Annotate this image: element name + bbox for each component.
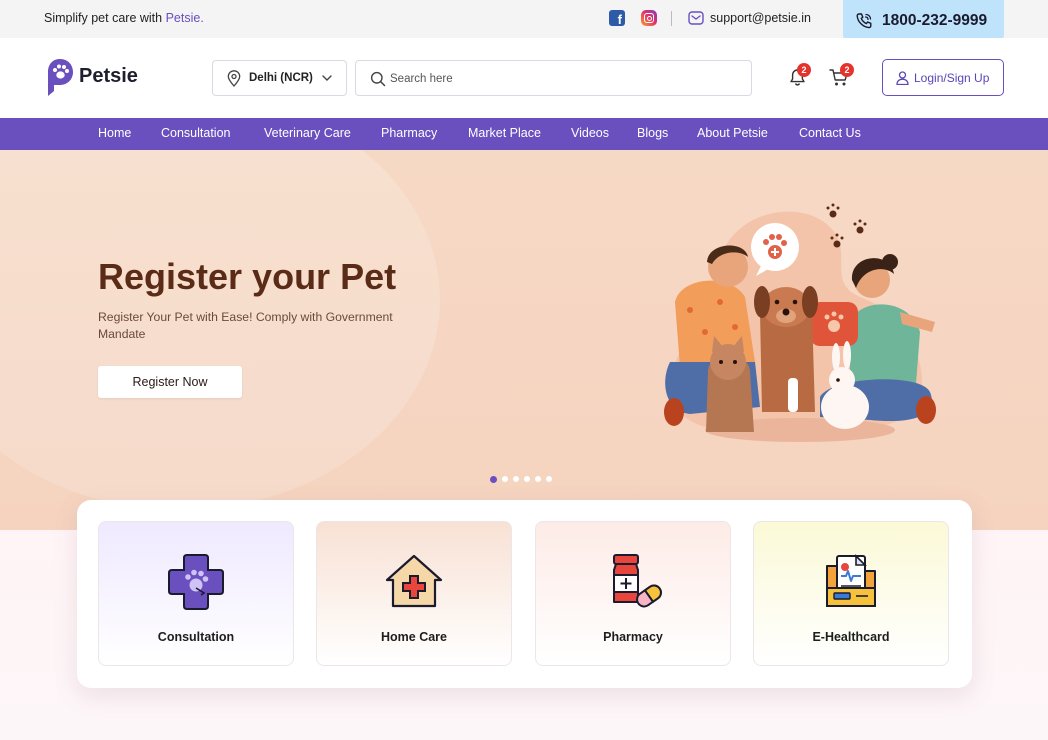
carousel-dots <box>490 475 552 483</box>
search-icon <box>370 71 386 87</box>
nav-item-contact-us[interactable]: Contact Us <box>799 126 861 140</box>
hero-subtitle: Register Your Pet with Ease! Comply with… <box>98 310 393 341</box>
instagram-icon[interactable] <box>641 10 657 26</box>
phone-contact[interactable]: 1800-232-9999 <box>843 0 1004 41</box>
main-nav: Home Consultation Veterinary Care Pharma… <box>0 118 1048 150</box>
nav-item-about-petsie[interactable]: About Petsie <box>697 126 768 140</box>
logo-text[interactable]: Petsie <box>79 65 138 88</box>
service-label: E-Healthcard <box>812 630 890 644</box>
service-label: Home Care <box>381 630 447 644</box>
support-email-link[interactable]: support@petsie.in <box>710 11 811 25</box>
health-folder-icon <box>826 554 876 607</box>
medical-cross-paw-icon <box>168 554 224 610</box>
chevron-down-icon <box>322 75 332 81</box>
login-label: Login/Sign Up <box>914 71 990 85</box>
tagline-text: Simplify pet care with <box>44 11 166 25</box>
login-signup-button[interactable]: Login/Sign Up <box>882 59 1004 96</box>
search-input[interactable] <box>390 69 730 89</box>
main-header: Petsie Delhi (NCR) 2 2 Login/Sign Up <box>0 38 1048 118</box>
tagline-brand[interactable]: Petsie. <box>166 11 204 25</box>
phone-icon <box>856 13 872 29</box>
hero-banner: Register your Pet Register Your Pet with… <box>0 150 1048 530</box>
mail-icon <box>688 11 704 25</box>
location-selector[interactable]: Delhi (NCR) <box>212 60 347 96</box>
medicine-bottle-icon <box>613 554 662 608</box>
tagline: Simplify pet care with Petsie. <box>44 11 204 25</box>
nav-item-consultation[interactable]: Consultation <box>161 126 231 140</box>
petsie-logo-icon[interactable] <box>44 58 74 98</box>
service-card-e-healthcard[interactable]: E-Healthcard <box>753 521 949 666</box>
carousel-dot[interactable] <box>524 476 530 482</box>
carousel-dot[interactable] <box>490 475 497 483</box>
phone-number: 1800-232-9999 <box>882 12 988 29</box>
service-card-pharmacy[interactable]: Pharmacy <box>535 521 731 666</box>
nav-item-home[interactable]: Home <box>98 126 131 140</box>
search-bar[interactable] <box>355 60 752 96</box>
carousel-dot[interactable] <box>513 476 519 482</box>
cart-badge: 2 <box>840 63 854 77</box>
user-icon <box>896 71 909 85</box>
carousel-dot[interactable] <box>535 476 541 482</box>
location-label: Delhi (NCR) <box>249 72 313 84</box>
nav-item-pharmacy[interactable]: Pharmacy <box>381 126 437 140</box>
location-pin-icon <box>227 70 241 87</box>
divider <box>671 11 672 26</box>
carousel-dot[interactable] <box>546 476 552 482</box>
nav-item-videos[interactable]: Videos <box>571 126 609 140</box>
facebook-icon[interactable]: f <box>609 10 625 27</box>
nav-item-market-place[interactable]: Market Place <box>468 126 541 140</box>
hero-title: Register your Pet <box>98 256 397 297</box>
pet-family-illustration <box>664 203 936 442</box>
service-label: Consultation <box>157 630 235 644</box>
top-bar: Simplify pet care with Petsie. f support… <box>0 0 1048 41</box>
service-label: Pharmacy <box>603 630 663 644</box>
nav-item-veterinary-care[interactable]: Veterinary Care <box>264 126 351 140</box>
service-card-home-care[interactable]: Home Care <box>316 521 512 666</box>
nav-item-blogs[interactable]: Blogs <box>637 126 668 140</box>
services-panel: Consultation Home Care Pharmacy E-Health… <box>77 500 972 688</box>
notification-badge: 2 <box>797 63 811 77</box>
carousel-dot[interactable] <box>502 476 508 482</box>
service-card-consultation[interactable]: Consultation <box>98 521 294 666</box>
register-now-button[interactable]: Register Now <box>98 366 242 398</box>
house-cross-icon <box>385 554 443 608</box>
